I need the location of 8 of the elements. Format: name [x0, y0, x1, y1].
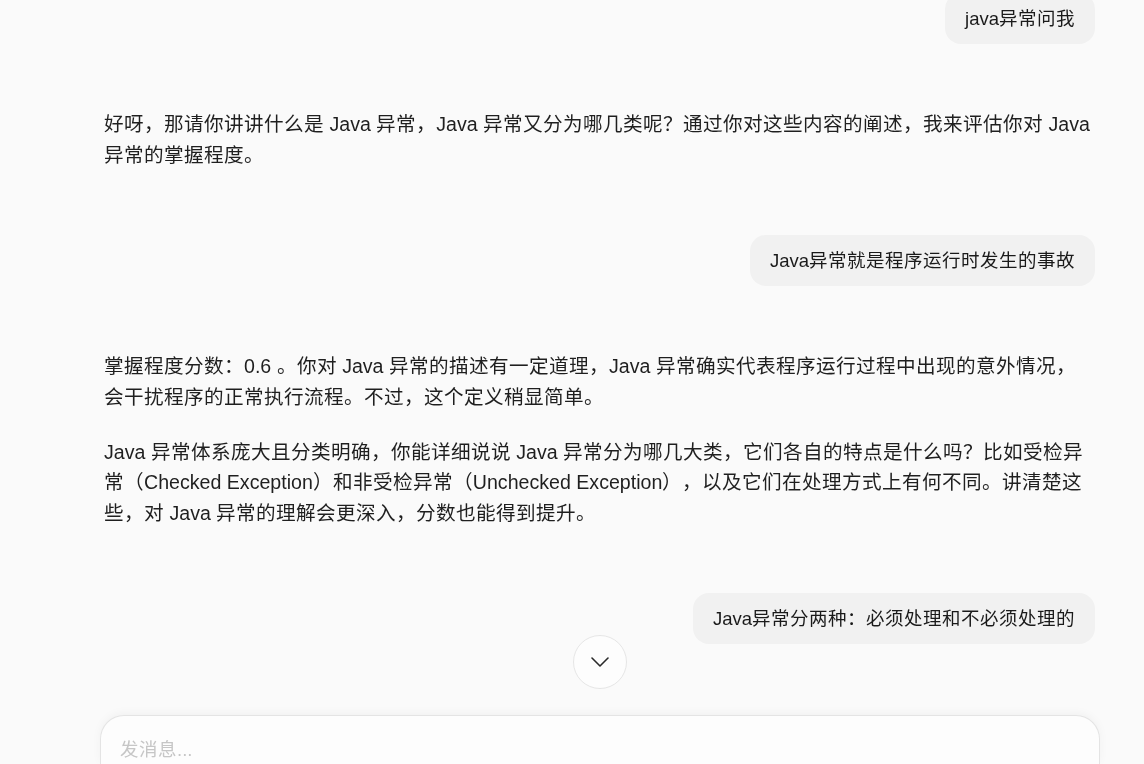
message-paragraph: Java 异常体系庞大且分类明确，你能详细说说 Java 异常分为哪几大类，它们各自的特点是什么吗？比如受检异常（Checked Exception）和非受检异常（Unchecked Exception），以及它们在处理方式上有何不同。讲清楚这些，对 Java 异常的理解会更深入，分数也能得到提升。 [104, 439, 1085, 526]
user-message: Java异常分两种：必须处理和不必须处理的 [692, 593, 1095, 644]
user-message: java异常问我 [945, 0, 1095, 44]
message-paragraph: 掌握程度分数：0.6 。你对 Java 异常的描述有一定道理，Java 异常确实代表程序运行过程中出现的意外情况，会干扰程序的正常执行流程。不过，这个定义稍显简单。 [104, 354, 1077, 410]
scroll-down-button[interactable] [573, 635, 627, 689]
message-paragraph: 好呀，那请你讲讲什么是 Java 异常，Java 异常又分为哪几类呢？通过你对这些内容的阐述，我来评估你对 Java 异常的掌握程度。 [104, 112, 1091, 168]
user-message: Java异常就是程序运行时发生的事故 [749, 235, 1095, 286]
chevron-down-icon [591, 657, 609, 667]
